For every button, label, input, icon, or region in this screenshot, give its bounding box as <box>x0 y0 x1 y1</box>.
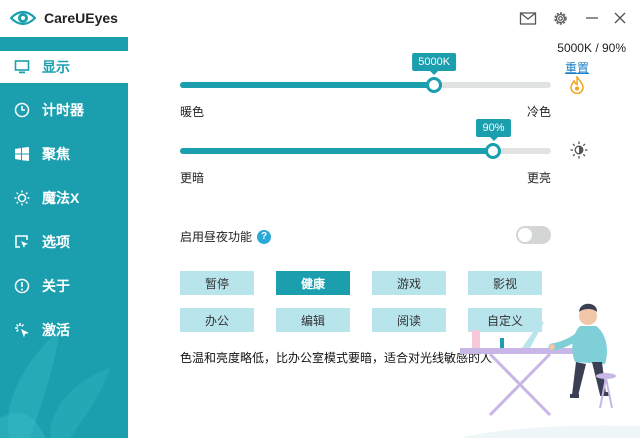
windows-icon <box>14 146 30 162</box>
mode-read-button[interactable]: 阅读 <box>372 308 446 332</box>
mode-movie-button[interactable]: 影视 <box>468 271 542 295</box>
sidebar-item-label: 关于 <box>42 278 70 294</box>
eye-logo-icon <box>10 10 36 26</box>
sidebar-item-display[interactable]: 显示 <box>0 51 128 83</box>
sidebar-item-activate[interactable]: 激活 <box>0 314 128 346</box>
day-night-label: 启用昼夜功能 ? <box>180 228 272 245</box>
monitor-icon <box>14 59 30 75</box>
close-icon <box>614 12 626 24</box>
sidebar-item-timer[interactable]: 计时器 <box>0 94 128 126</box>
info-icon <box>14 278 30 294</box>
temperature-slider-thumb[interactable] <box>426 77 443 93</box>
sidebar-item-label: 聚焦 <box>42 146 70 162</box>
settings-button[interactable] <box>548 6 572 30</box>
sidebar: 显示 计时器 聚焦 魔法X 选项 关于 激活 <box>0 37 128 438</box>
mode-edit-button[interactable]: 编辑 <box>276 308 350 332</box>
brightness-slider-fill <box>180 148 494 154</box>
gear-icon <box>553 11 567 25</box>
temperature-slider[interactable]: 5000K <box>180 53 551 93</box>
brightness-slider[interactable]: 90% <box>180 119 551 159</box>
mode-pause-button[interactable]: 暂停 <box>180 271 254 295</box>
brightness-sun-icon <box>570 141 588 159</box>
mode-description: 色温和亮度略低，比办公室模式要暗，适合对光线敏感的人 <box>180 351 493 365</box>
day-night-toggle[interactable] <box>516 226 551 244</box>
sidebar-item-about[interactable]: 关于 <box>0 270 128 302</box>
mode-game-button[interactable]: 游戏 <box>372 271 446 295</box>
cursor-select-icon <box>14 234 30 250</box>
status-readout: 5000K / 90% <box>557 41 626 55</box>
cool-label: 冷色 <box>527 105 552 119</box>
minimize-button[interactable] <box>580 6 604 30</box>
close-button[interactable] <box>608 6 632 30</box>
sidebar-item-label: 魔法X <box>42 190 80 206</box>
flame-icon <box>570 76 584 94</box>
mode-health-button[interactable]: 健康 <box>276 271 350 295</box>
help-icon[interactable]: ? <box>257 229 272 244</box>
mail-icon <box>519 12 537 25</box>
person-at-desk-illustration <box>460 303 640 438</box>
mode-office-button[interactable]: 办公 <box>180 308 254 332</box>
day-night-text: 启用昼夜功能 <box>180 230 253 244</box>
sun-magic-icon <box>14 190 30 206</box>
sparkle-icon <box>14 322 30 338</box>
brighter-label: 更亮 <box>527 171 552 185</box>
leaf-decoration <box>0 328 110 438</box>
sidebar-item-label: 选项 <box>42 234 70 250</box>
sidebar-item-label: 激活 <box>42 322 70 338</box>
temperature-value-tooltip: 5000K <box>412 53 457 75</box>
temperature-slider-fill <box>180 82 435 88</box>
sidebar-item-options[interactable]: 选项 <box>0 226 128 258</box>
sidebar-item-label: 计时器 <box>42 102 84 118</box>
sidebar-item-magicx[interactable]: 魔法X <box>0 182 128 214</box>
app-title: CareUEyes <box>44 10 118 26</box>
title-bar: CareUEyes <box>0 0 640 37</box>
brightness-slider-thumb[interactable] <box>485 143 502 159</box>
warm-label: 暖色 <box>180 105 205 119</box>
reset-link[interactable]: 重置 <box>565 59 589 76</box>
sidebar-item-focus[interactable]: 聚焦 <box>0 138 128 170</box>
mail-button[interactable] <box>516 6 540 30</box>
minimize-icon <box>586 17 598 19</box>
darker-label: 更暗 <box>180 171 205 185</box>
toggle-knob <box>518 228 532 242</box>
clock-icon <box>14 102 30 118</box>
sidebar-item-label: 显示 <box>42 59 70 75</box>
brightness-value-tooltip: 90% <box>476 119 511 141</box>
